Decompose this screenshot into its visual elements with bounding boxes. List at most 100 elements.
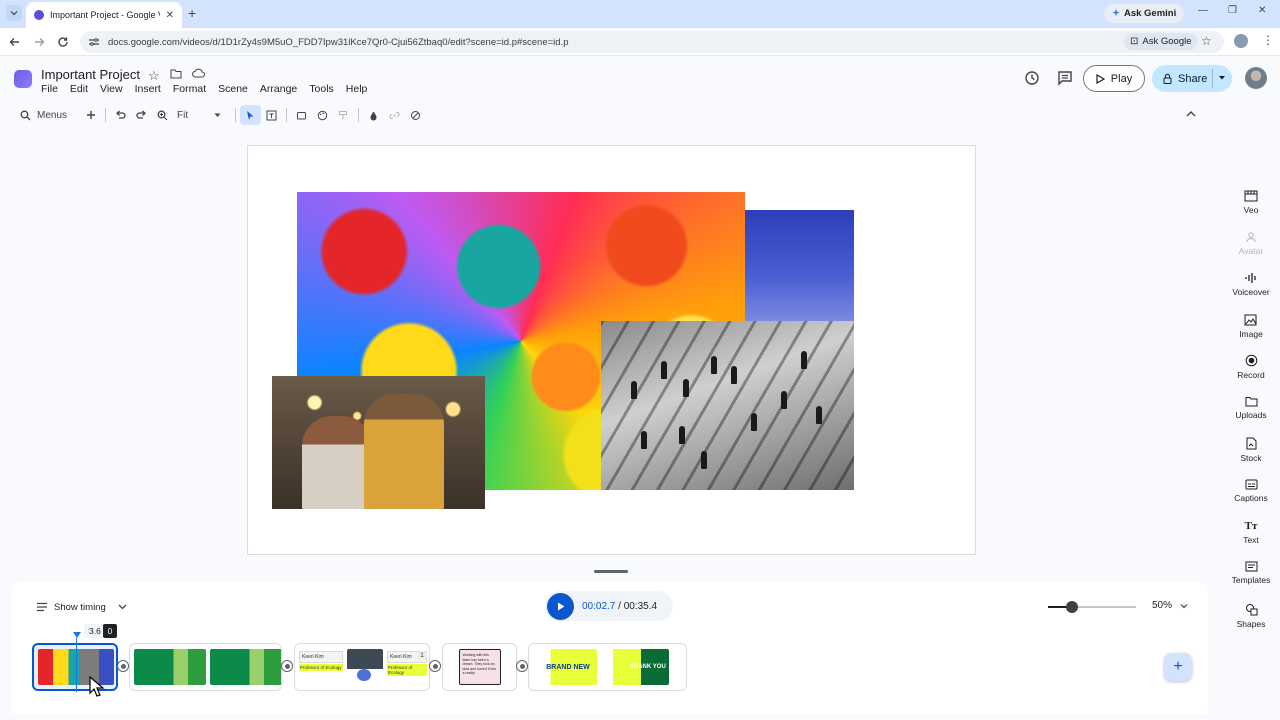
rail-voiceover[interactable]: Voiceover <box>1222 272 1280 297</box>
menu-arrange[interactable]: Arrange <box>260 83 297 95</box>
back-icon[interactable] <box>8 35 22 49</box>
lens-icon: ⊡ <box>1130 36 1139 47</box>
site-settings-icon <box>89 38 99 46</box>
timeline-zoom-value[interactable]: 50% <box>1152 600 1172 611</box>
shapes-icon <box>1245 604 1257 616</box>
color-palette-icon[interactable] <box>312 105 333 125</box>
rail-veo[interactable]: Veo <box>1222 190 1280 215</box>
crowd-walking-image[interactable] <box>601 321 854 490</box>
rail-record[interactable]: Record <box>1222 354 1280 380</box>
forward-icon[interactable] <box>32 35 46 49</box>
move-folder-icon[interactable] <box>170 68 182 79</box>
menu-help[interactable]: Help <box>346 83 368 95</box>
account-avatar[interactable] <box>1245 67 1267 89</box>
scene-thumbnail-5[interactable]: BRAND NEW THANK YOU <box>528 643 687 691</box>
crop-image-icon[interactable] <box>291 105 312 125</box>
add-scene-button[interactable]: + <box>1164 653 1192 681</box>
zoom-icon[interactable] <box>152 105 173 125</box>
scene-thumbnail-4[interactable]: Working with this team has been a dream.… <box>442 643 517 691</box>
browser-menu-icon[interactable]: ⋮ <box>1262 33 1274 47</box>
menu-edit[interactable]: Edit <box>70 83 88 95</box>
menu-format[interactable]: Format <box>173 83 206 95</box>
text-box-icon[interactable] <box>261 105 282 125</box>
google-vids-favicon-icon <box>34 10 44 20</box>
chevron-down-icon <box>118 604 127 610</box>
chevron-down-icon[interactable] <box>1180 604 1188 609</box>
rail-shapes[interactable]: Shapes <box>1222 603 1280 629</box>
document-title[interactable]: Important Project <box>41 67 140 82</box>
transition-button[interactable] <box>117 660 129 672</box>
scene-4-quote-preview: Working with this team has been a dream.… <box>458 649 501 685</box>
select-tool-icon[interactable] <box>240 105 261 125</box>
scene-3-namecard-b: Keeri Kim Professor of Ecology 1 <box>387 649 427 685</box>
gemini-sparkle-icon: ✦ <box>1112 8 1120 19</box>
menu-file[interactable]: File <box>41 83 58 95</box>
ask-google-label: Ask Google <box>1142 36 1192 47</box>
timeline-play-button[interactable] <box>547 592 574 620</box>
scene-thumbnail-3[interactable]: Keeri Kim Professor of Ecology Keeri Kim… <box>294 643 430 691</box>
reload-icon[interactable] <box>56 35 70 49</box>
menu-tools[interactable]: Tools <box>309 83 334 95</box>
maximize-window-icon[interactable]: ❐ <box>1228 5 1237 16</box>
couple-image[interactable] <box>272 376 485 509</box>
ask-google-button[interactable]: ⊡ Ask Google <box>1124 33 1198 50</box>
tab-title: Important Project - Google Vid <box>50 10 160 20</box>
cloud-saved-icon[interactable] <box>191 68 205 78</box>
rail-text[interactable]: Tт Text <box>1222 520 1280 545</box>
add-icon[interactable] <box>80 105 101 125</box>
share-dropdown-icon[interactable] <box>1218 75 1226 81</box>
rail-uploads[interactable]: Uploads <box>1222 396 1280 420</box>
menu-view[interactable]: View <box>100 83 123 95</box>
blue-sky-image[interactable] <box>745 210 854 322</box>
version-history-icon[interactable] <box>1024 70 1040 86</box>
minimize-window-icon[interactable]: — <box>1198 5 1208 16</box>
share-button[interactable]: Share <box>1152 65 1232 92</box>
show-timing-toggle[interactable]: Show timing <box>36 598 127 616</box>
paint-format-icon[interactable] <box>333 105 354 125</box>
voiceover-icon <box>1245 273 1256 283</box>
show-timing-label: Show timing <box>54 601 106 613</box>
captions-icon <box>1245 479 1257 490</box>
link-icon[interactable] <box>384 105 405 125</box>
remove-background-icon[interactable] <box>405 105 426 125</box>
transition-button[interactable] <box>281 660 293 672</box>
close-tab-icon[interactable]: ✕ <box>166 10 174 21</box>
collapse-toolbar-icon[interactable] <box>1186 110 1196 117</box>
menu-scene[interactable]: Scene <box>218 83 248 95</box>
undo-icon[interactable] <box>110 105 131 125</box>
menu-insert[interactable]: Insert <box>135 83 161 95</box>
veo-icon <box>1244 190 1258 202</box>
scene-thumbnail-2[interactable] <box>129 643 282 691</box>
comments-icon[interactable] <box>1057 70 1073 86</box>
bookmark-star-icon[interactable]: ☆ <box>1201 34 1212 48</box>
scene-2-preview-b <box>210 649 281 685</box>
omnibox[interactable]: docs.google.com/videos/d/1D1rZy4s9M5uO_F… <box>80 31 1224 53</box>
transition-button[interactable] <box>516 660 528 672</box>
lock-icon <box>1163 73 1172 84</box>
close-window-icon[interactable]: ✕ <box>1258 5 1266 16</box>
tab-search-button[interactable] <box>6 5 22 21</box>
browser-tab[interactable]: Important Project - Google Vid ✕ <box>26 2 182 28</box>
rail-templates[interactable]: Templates <box>1222 561 1280 585</box>
timeline-playhead[interactable] <box>73 632 81 692</box>
play-label: Play <box>1110 72 1133 85</box>
rail-stock[interactable]: Stock <box>1222 437 1280 463</box>
transition-button[interactable] <box>429 660 441 672</box>
zoom-select[interactable]: Fit <box>173 110 225 121</box>
timeline-resize-handle[interactable] <box>594 570 628 573</box>
rail-captions[interactable]: Captions <box>1222 479 1280 503</box>
fill-color-icon[interactable] <box>363 105 384 125</box>
google-vids-logo-icon[interactable] <box>14 70 32 88</box>
rail-image[interactable]: Image <box>1222 313 1280 339</box>
redo-icon[interactable] <box>131 105 152 125</box>
new-tab-button[interactable]: + <box>188 5 196 21</box>
star-icon[interactable]: ☆ <box>148 68 160 84</box>
ask-gemini-button[interactable]: ✦ Ask Gemini <box>1104 4 1185 23</box>
stock-icon <box>1246 437 1257 450</box>
timeline-zoom-slider[interactable] <box>1066 601 1078 613</box>
zoom-select-value: Fit <box>177 109 189 121</box>
menus-search[interactable]: Menus <box>12 110 80 121</box>
scene-thumbnail-1[interactable] <box>32 643 118 691</box>
profile-avatar-icon[interactable] <box>1234 34 1248 48</box>
play-button[interactable]: Play <box>1083 65 1145 92</box>
